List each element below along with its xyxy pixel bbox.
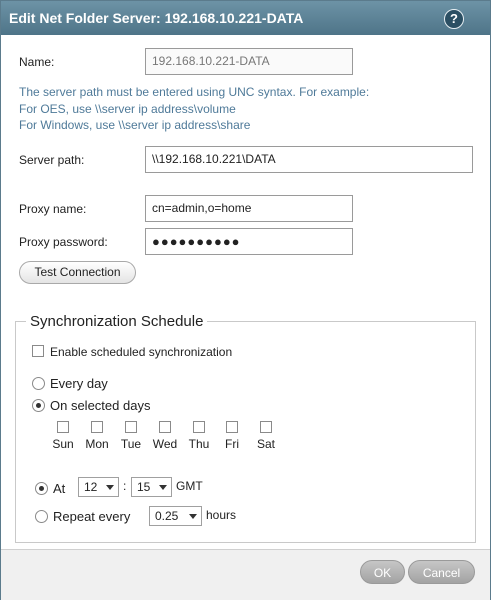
hours-label: hours xyxy=(206,508,237,522)
name-field[interactable]: 192.168.10.221-DATA xyxy=(145,48,353,75)
day-label-sat: Sat xyxy=(256,437,275,451)
name-label: Name: xyxy=(19,55,55,69)
enable-sync-checkbox[interactable] xyxy=(32,345,44,357)
server-path-field[interactable]: \\192.168.10.221\DATA xyxy=(145,146,473,173)
server-path-label: Server path: xyxy=(19,153,85,167)
day-checkbox-mon[interactable] xyxy=(91,421,103,433)
repeat-every-label: Repeat every xyxy=(53,509,131,524)
repeat-interval-select[interactable]: 0.25 xyxy=(149,506,202,526)
edit-net-folder-server-dialog: Edit Net Folder Server: 192.168.10.221-D… xyxy=(0,0,491,600)
repeat-every-radio[interactable] xyxy=(35,510,48,523)
selected-days-radio[interactable] xyxy=(32,399,45,412)
enable-sync-label: Enable scheduled synchronization xyxy=(50,345,233,359)
every-day-radio[interactable] xyxy=(32,377,45,390)
proxy-name-label: Proxy name: xyxy=(19,202,87,216)
hour-chevron-down-icon xyxy=(106,485,114,490)
hour-value: 12 xyxy=(84,480,98,494)
day-checkbox-sat[interactable] xyxy=(260,421,272,433)
day-checkbox-wed[interactable] xyxy=(159,421,171,433)
day-checkbox-sun[interactable] xyxy=(57,421,69,433)
ok-button[interactable]: OK xyxy=(360,560,405,584)
unc-note-line-1: The server path must be entered using UN… xyxy=(19,85,370,99)
selected-days-label: On selected days xyxy=(50,398,151,413)
minute-chevron-down-icon xyxy=(159,485,167,490)
repeat-interval-value: 0.25 xyxy=(155,509,179,523)
day-checkbox-fri[interactable] xyxy=(226,421,238,433)
at-time-label: At xyxy=(53,481,66,496)
at-time-radio[interactable] xyxy=(35,482,48,495)
proxy-name-field[interactable]: cn=admin,o=home xyxy=(145,195,353,222)
every-day-label: Every day xyxy=(50,376,108,391)
hour-select[interactable]: 12 xyxy=(78,477,119,497)
minute-select[interactable]: 15 xyxy=(131,477,172,497)
test-connection-button[interactable]: Test Connection xyxy=(19,261,136,284)
day-checkbox-thu[interactable] xyxy=(193,421,205,433)
dialog-titlebar[interactable]: Edit Net Folder Server: 192.168.10.221-D… xyxy=(1,1,490,35)
proxy-password-label: Proxy password: xyxy=(19,235,108,249)
timezone-label: GMT xyxy=(176,479,203,493)
day-checkbox-tue[interactable] xyxy=(125,421,137,433)
unc-note-line-2: For OES, use \\server ip address\volume xyxy=(19,102,236,116)
unc-note-line-3: For Windows, use \\server ip address\sha… xyxy=(19,118,251,132)
proxy-password-field[interactable]: ●●●●●●●●●● xyxy=(145,228,353,255)
time-colon: : xyxy=(123,479,127,493)
minute-value: 15 xyxy=(137,480,151,494)
dialog-title: Edit Net Folder Server: 192.168.10.221-D… xyxy=(9,10,304,26)
help-icon[interactable]: ? xyxy=(444,9,464,29)
cancel-button[interactable]: Cancel xyxy=(408,560,475,584)
repeat-chevron-down-icon xyxy=(189,514,197,519)
sync-schedule-legend: Synchronization Schedule xyxy=(30,313,204,330)
